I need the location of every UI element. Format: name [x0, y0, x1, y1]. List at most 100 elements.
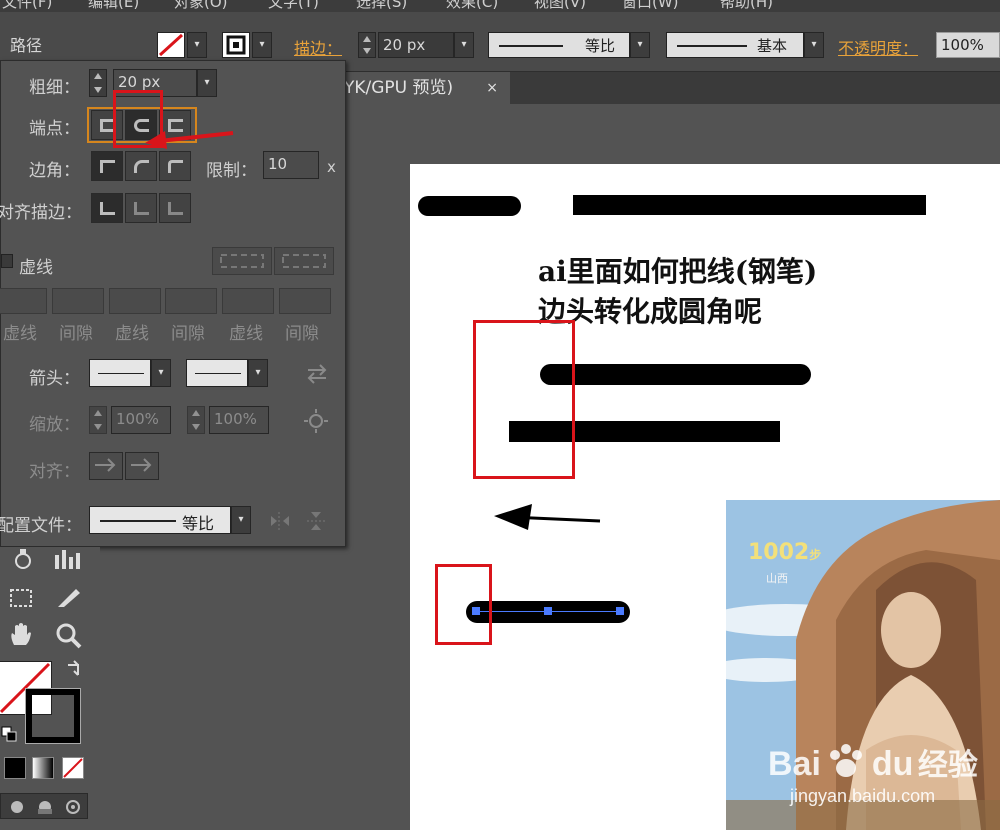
profile-select-line-icon [100, 520, 176, 522]
stroke-color-box[interactable] [25, 688, 81, 744]
fill-swatch[interactable] [157, 32, 185, 58]
dash-preserve-button[interactable] [212, 247, 272, 275]
profile-label: 等比 [585, 37, 616, 55]
stroke-color-icon [226, 35, 246, 55]
arrow-place-button[interactable] [125, 452, 159, 480]
gap-input-1[interactable] [52, 288, 104, 314]
baidu-watermark: Bai du 经验 [768, 740, 978, 784]
scale-start-stepper[interactable] [89, 406, 107, 434]
poster-location: 山西 [766, 572, 788, 585]
weight-dropdown[interactable]: ▾ [197, 69, 217, 97]
menu-select[interactable]: 选择(S) [356, 0, 407, 12]
profile-panel-label: 配置文件： [0, 516, 82, 536]
bevel-join-button[interactable] [159, 151, 191, 181]
swap-fill-stroke-icon[interactable] [64, 659, 84, 679]
dash-align-icon [282, 254, 326, 268]
draw-inside-icon[interactable] [63, 797, 83, 817]
poster-steps: 1002步 [748, 540, 821, 565]
close-icon[interactable]: × [486, 72, 498, 104]
align-outside-button[interactable] [159, 193, 191, 223]
cap-label: 端点： [29, 119, 80, 139]
opacity-input[interactable]: 100% [936, 32, 1000, 58]
menu-type[interactable]: 文字(T) [268, 0, 319, 12]
gradient-mode-button[interactable] [32, 757, 54, 779]
dash-input-1[interactable] [0, 288, 47, 314]
watermark-brand-a: Bai [768, 745, 821, 783]
menu-help[interactable]: 帮助(H) [720, 0, 773, 12]
scale-end-input[interactable]: 100% [209, 406, 269, 434]
profile-line-icon [499, 45, 563, 47]
arrow-end-select[interactable] [186, 359, 248, 387]
watermark-url: jingyan.baidu.com [790, 786, 936, 806]
arrow-start-select[interactable] [89, 359, 151, 387]
arrow-end-line-icon [195, 373, 241, 374]
link-scale-icon[interactable] [303, 408, 329, 434]
draw-normal-icon[interactable] [7, 797, 27, 817]
zoom-tool-icon[interactable] [54, 621, 84, 649]
miter-join-button[interactable] [91, 151, 123, 181]
arrow-start-dropdown[interactable]: ▾ [151, 359, 171, 387]
stroke-dropdown[interactable]: ▾ [252, 32, 272, 58]
stroke-weight-input[interactable]: 20 px [378, 32, 454, 58]
swap-arrows-icon[interactable] [305, 363, 329, 385]
poster-steps-unit: 步 [809, 548, 822, 562]
menu-view[interactable]: 视图(V) [534, 0, 586, 12]
align-center-button[interactable] [91, 193, 123, 223]
dash-align-button[interactable] [274, 247, 334, 275]
menu-window[interactable]: 窗口(W) [622, 0, 679, 12]
stroke-weight-dropdown[interactable]: ▾ [454, 32, 474, 58]
gap-label-2: 间隙 [171, 324, 205, 344]
dash-label-2: 虚线 [115, 324, 149, 344]
arrow-extend-button[interactable] [89, 452, 123, 480]
default-fill-stroke-icon[interactable] [0, 725, 18, 743]
scale-end-stepper[interactable] [187, 406, 205, 434]
brush-definition[interactable]: 基本 [666, 32, 804, 58]
anchor-point-end[interactable] [616, 607, 624, 615]
artboard-tool-icon[interactable] [6, 585, 36, 611]
weight-stepper[interactable] [89, 69, 107, 97]
limit-input[interactable]: 10 [263, 151, 319, 179]
align-inside-button[interactable] [125, 193, 157, 223]
scale-start-input[interactable]: 100% [111, 406, 171, 434]
rounded-stroke-sample[interactable] [418, 196, 521, 216]
round-join-button[interactable] [125, 151, 157, 181]
hand-tool-icon[interactable] [6, 621, 36, 649]
menu-object[interactable]: 对象(O) [174, 0, 228, 12]
color-mode-button[interactable] [4, 757, 26, 779]
butt-stroke-sample[interactable] [573, 195, 926, 215]
arrow-end-dropdown[interactable]: ▾ [248, 359, 268, 387]
column-graph-icon[interactable] [52, 547, 82, 571]
profile-select[interactable]: 等比 [89, 506, 231, 534]
menu-edit[interactable]: 编辑(E) [88, 0, 139, 12]
none-mode-button[interactable] [62, 757, 84, 779]
stroke-label-link[interactable]: 描边： [294, 35, 342, 59]
flip-vertical-icon[interactable] [305, 510, 327, 532]
variable-width-profile[interactable]: 等比 [488, 32, 630, 58]
document-tab[interactable]: YK/GPU 预览) × [330, 72, 510, 104]
dash-input-3[interactable] [222, 288, 274, 314]
dash-input-2[interactable] [109, 288, 161, 314]
gap-input-2[interactable] [165, 288, 217, 314]
gap-label-1: 间隙 [59, 324, 93, 344]
opacity-label-link[interactable]: 不透明度： [838, 35, 918, 59]
anchor-point-mid[interactable] [544, 607, 552, 615]
draw-behind-icon[interactable] [35, 797, 55, 817]
dashed-checkbox[interactable] [1, 254, 13, 268]
arrow-start-line-icon [98, 373, 144, 374]
arrow-place-icon [131, 458, 152, 472]
artboard[interactable]: ai里面如何把线(钢笔) 边头转化成圆角呢 1002步 山西 Bai du 经验… [410, 164, 1000, 830]
profile-dropdown[interactable]: ▾ [630, 32, 650, 58]
menu-effect[interactable]: 效果(C) [446, 0, 498, 12]
brush-label: 基本 [757, 37, 788, 55]
fill-dropdown[interactable]: ▾ [187, 32, 207, 58]
stroke-weight-stepper[interactable] [358, 32, 376, 58]
slice-tool-icon[interactable] [54, 585, 84, 611]
menu-file[interactable]: 文件(F) [2, 0, 52, 12]
round-cap-line[interactable] [540, 364, 811, 385]
brush-dropdown[interactable]: ▾ [804, 32, 824, 58]
symbol-sprayer-icon[interactable] [10, 547, 36, 571]
stroke-swatch[interactable] [222, 32, 250, 58]
flip-horizontal-icon[interactable] [269, 510, 291, 532]
gap-input-3[interactable] [279, 288, 331, 314]
profile-select-dropdown[interactable]: ▾ [231, 506, 251, 534]
